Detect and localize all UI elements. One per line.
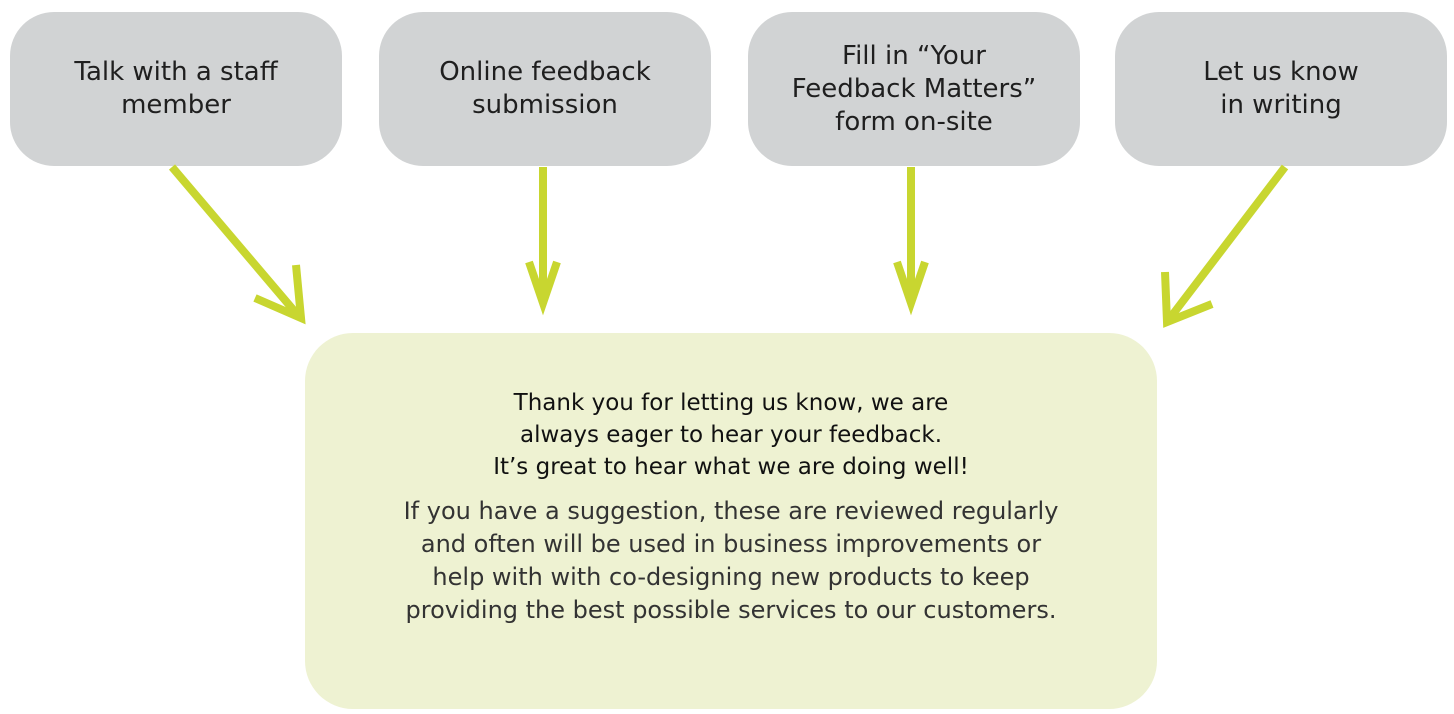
arrow-writing	[1161, 164, 1289, 328]
result-body: If you have a suggestion, these are revi…	[403, 497, 1059, 624]
arrow-online	[525, 167, 561, 316]
arrow-staff	[168, 164, 306, 325]
result-heading: Thank you for letting us know, we are al…	[493, 390, 969, 480]
arrow-form	[893, 167, 929, 316]
result-box: Thank you for letting us know, we are al…	[305, 333, 1157, 709]
